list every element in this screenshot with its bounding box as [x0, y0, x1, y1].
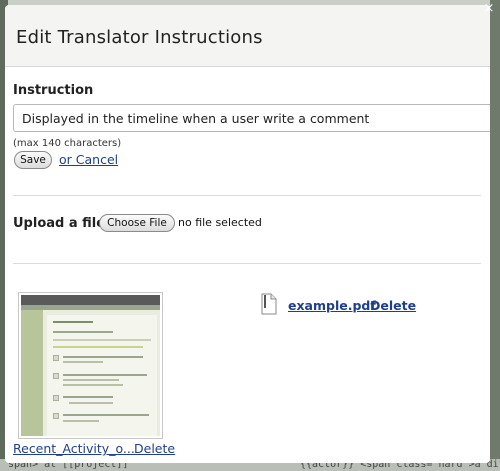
upload-label: Upload a file — [13, 216, 106, 231]
choose-file-button[interactable]: Choose File — [99, 214, 175, 232]
edit-instructions-dialog: Edit Translator Instructions Instruction… — [5, 5, 490, 463]
image-attachment-link[interactable]: Recent_Activity_o... — [13, 441, 135, 456]
background-right-edge — [490, 0, 500, 471]
screenshot-preview-image — [21, 295, 160, 436]
document-icon — [261, 293, 277, 315]
close-icon[interactable]: × — [482, 2, 496, 16]
delete-pdf-link[interactable]: Delete — [370, 298, 416, 313]
divider — [13, 263, 481, 264]
instruction-label: Instruction — [13, 83, 94, 98]
cancel-link[interactable]: or Cancel — [59, 152, 118, 167]
dialog-title: Edit Translator Instructions — [16, 27, 263, 48]
divider — [13, 195, 481, 196]
character-limit-hint: (max 140 characters) — [13, 138, 122, 149]
file-status: no file selected — [178, 216, 262, 229]
dialog-header: Edit Translator Instructions — [5, 5, 490, 67]
instruction-input[interactable] — [13, 104, 490, 132]
image-attachment-thumbnail[interactable] — [18, 292, 163, 439]
pdf-attachment-link[interactable]: example.pdf — [288, 298, 376, 313]
save-button[interactable]: Save — [14, 151, 52, 169]
delete-image-link[interactable]: Delete — [134, 441, 175, 456]
